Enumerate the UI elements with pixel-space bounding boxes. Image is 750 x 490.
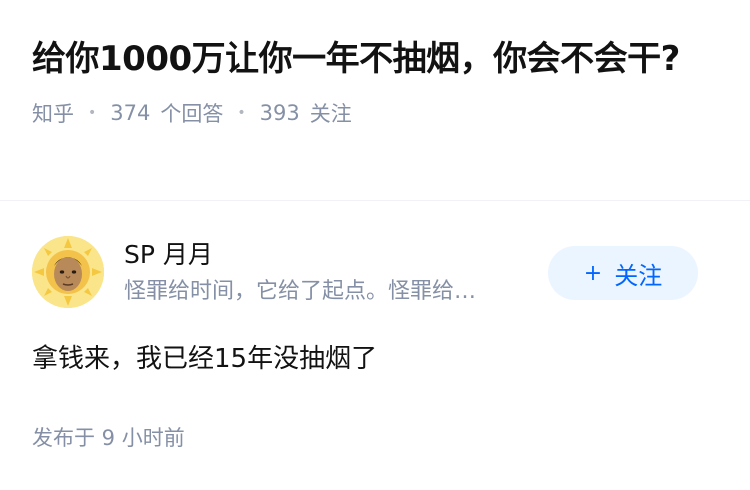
follower-count-label[interactable]: 关注 (310, 98, 352, 128)
answer-page: 给你1000万让你一年不抽烟，你会不会干? 知乎 • 374 个回答 • 393… (0, 0, 750, 490)
meta-separator: • (237, 105, 246, 121)
question-meta: 知乎 • 374 个回答 • 393 关注 (32, 98, 682, 128)
answer-text[interactable]: 拿钱来，我已经15年没抽烟了 (32, 340, 377, 378)
follow-label: 关注 (614, 261, 663, 290)
meta-separator: • (88, 105, 97, 121)
question-title[interactable]: 给你1000万让你一年不抽烟，你会不会干? (32, 34, 682, 84)
answer-count[interactable]: 374 (110, 101, 150, 125)
answer-count-label[interactable]: 个回答 (160, 98, 223, 128)
author-card: SP 月月 怪罪给时间，它给了起点。怪罪给… + 关注 (32, 236, 722, 310)
author-bio: 怪罪给时间，它给了起点。怪罪给… (124, 279, 477, 304)
section-divider (0, 200, 750, 201)
author-name[interactable]: SP 月月 (124, 238, 213, 272)
answer-timestamp: 发布于 9 小时前 (32, 426, 185, 450)
sun-face-avatar-icon (32, 236, 104, 308)
follower-count[interactable]: 393 (260, 101, 300, 125)
follow-button[interactable]: + 关注 (548, 246, 698, 300)
question-header: 给你1000万让你一年不抽烟，你会不会干? 知乎 • 374 个回答 • 393… (32, 34, 682, 128)
avatar[interactable] (32, 236, 104, 308)
plus-icon: + (583, 260, 603, 286)
question-source[interactable]: 知乎 (32, 98, 74, 128)
